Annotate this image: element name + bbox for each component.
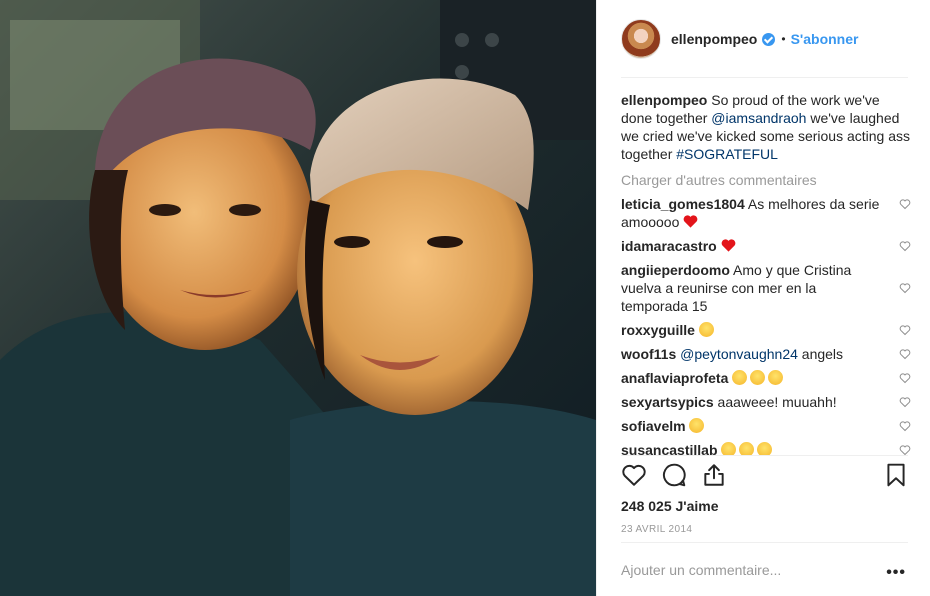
comment-username[interactable]: angiieperdoomo [621, 262, 730, 278]
post-date[interactable]: 23 AVRIL 2014 [621, 524, 692, 535]
sad-face-emoji-icon [721, 442, 737, 455]
red-heart-emoji-icon [721, 239, 735, 252]
comment-item: susancastillab [621, 441, 911, 455]
comment-username[interactable]: anaflaviaprofeta [621, 370, 728, 386]
caption-username[interactable]: ellenpompeo [621, 92, 707, 108]
post-side-panel: ellenpompeo • S'abonner ellenpompeo So p… [596, 0, 930, 596]
comment-icon[interactable] [661, 462, 687, 488]
post-actions [621, 462, 911, 492]
comment-item: angiieperdoomo Amo y que Cristina vuelva… [621, 261, 911, 315]
instagram-post: ellenpompeo • S'abonner ellenpompeo So p… [0, 0, 930, 596]
likes-count[interactable]: 248 025 J'aime [621, 498, 719, 514]
comment-like-heart-icon[interactable] [899, 372, 911, 384]
comment-like-heart-icon[interactable] [899, 348, 911, 360]
sad-face-emoji-icon [757, 442, 773, 455]
comment-username[interactable]: leticia_gomes1804 [621, 196, 745, 212]
comment-text: aaaweee! muuahh! [717, 394, 837, 410]
comment-like-heart-icon[interactable] [899, 324, 911, 336]
kissing-face-emoji-icon [698, 322, 714, 337]
comment-item: roxxyguille [621, 321, 911, 339]
post-caption: ellenpompeo So proud of the work we've d… [621, 91, 911, 163]
follow-button[interactable]: S'abonner [791, 31, 859, 47]
red-heart-emoji-icon [683, 215, 698, 228]
comment-like-heart-icon[interactable] [899, 198, 911, 210]
header-divider [621, 77, 908, 78]
comment-item: idamaracastro [621, 237, 911, 255]
heart-eyes-emoji-icon [750, 370, 766, 385]
comment-item: anaflaviaprofeta [621, 369, 911, 387]
post-photo[interactable] [0, 0, 596, 596]
comment-item: sexyartsypics aaaweee! muuahh! [621, 393, 911, 411]
post-photo-illustration [0, 0, 596, 596]
more-options-button[interactable]: ••• [886, 564, 906, 582]
comment-text: angels [797, 346, 844, 362]
comment-like-heart-icon[interactable] [899, 396, 911, 408]
comment-like-heart-icon[interactable] [899, 282, 911, 294]
header-separator: • [781, 32, 786, 46]
comment-like-heart-icon[interactable] [899, 444, 911, 455]
actions-divider [621, 455, 908, 456]
load-more-comments-button[interactable]: Charger d'autres commentaires [621, 171, 911, 189]
comment-input-divider [621, 542, 908, 543]
share-icon[interactable] [701, 462, 727, 488]
crying-face-emoji-icon [689, 418, 705, 433]
comments-list[interactable]: ellenpompeo So proud of the work we've d… [621, 91, 911, 455]
comment-item: woof11s @peytonvaughn24 angels [621, 345, 911, 363]
comment-username[interactable]: woof11s [621, 346, 676, 362]
comment-username[interactable]: idamaracastro [621, 238, 717, 254]
comment-item: sofiavelm [621, 417, 911, 435]
avatar[interactable] [621, 19, 661, 59]
header-username[interactable]: ellenpompeo [671, 31, 757, 47]
bookmark-icon[interactable] [883, 462, 909, 488]
verified-badge-icon [762, 32, 776, 46]
heart-outline-icon[interactable] [621, 462, 647, 488]
comment-mention[interactable]: @peytonvaughn24 [680, 346, 798, 362]
comment-username[interactable]: roxxyguille [621, 322, 695, 338]
caption-mention[interactable]: @iamsandraoh [711, 110, 806, 126]
comment-username[interactable]: sexyartsypics [621, 394, 714, 410]
sad-face-emoji-icon [739, 442, 755, 455]
post-header: ellenpompeo • S'abonner [597, 0, 930, 78]
comment-username[interactable]: susancastillab [621, 442, 718, 455]
comment-like-heart-icon[interactable] [899, 420, 911, 432]
comment-username[interactable]: sofiavelm [621, 418, 686, 434]
comment-item: leticia_gomes1804 As melhores da serie a… [621, 195, 911, 231]
heart-eyes-emoji-icon [768, 370, 784, 385]
comment-like-heart-icon[interactable] [899, 240, 911, 252]
heart-eyes-emoji-icon [732, 370, 748, 385]
caption-hashtag[interactable]: #SOGRATEFUL [676, 146, 778, 162]
add-comment-input[interactable]: Ajouter un commentaire... [621, 562, 909, 582]
